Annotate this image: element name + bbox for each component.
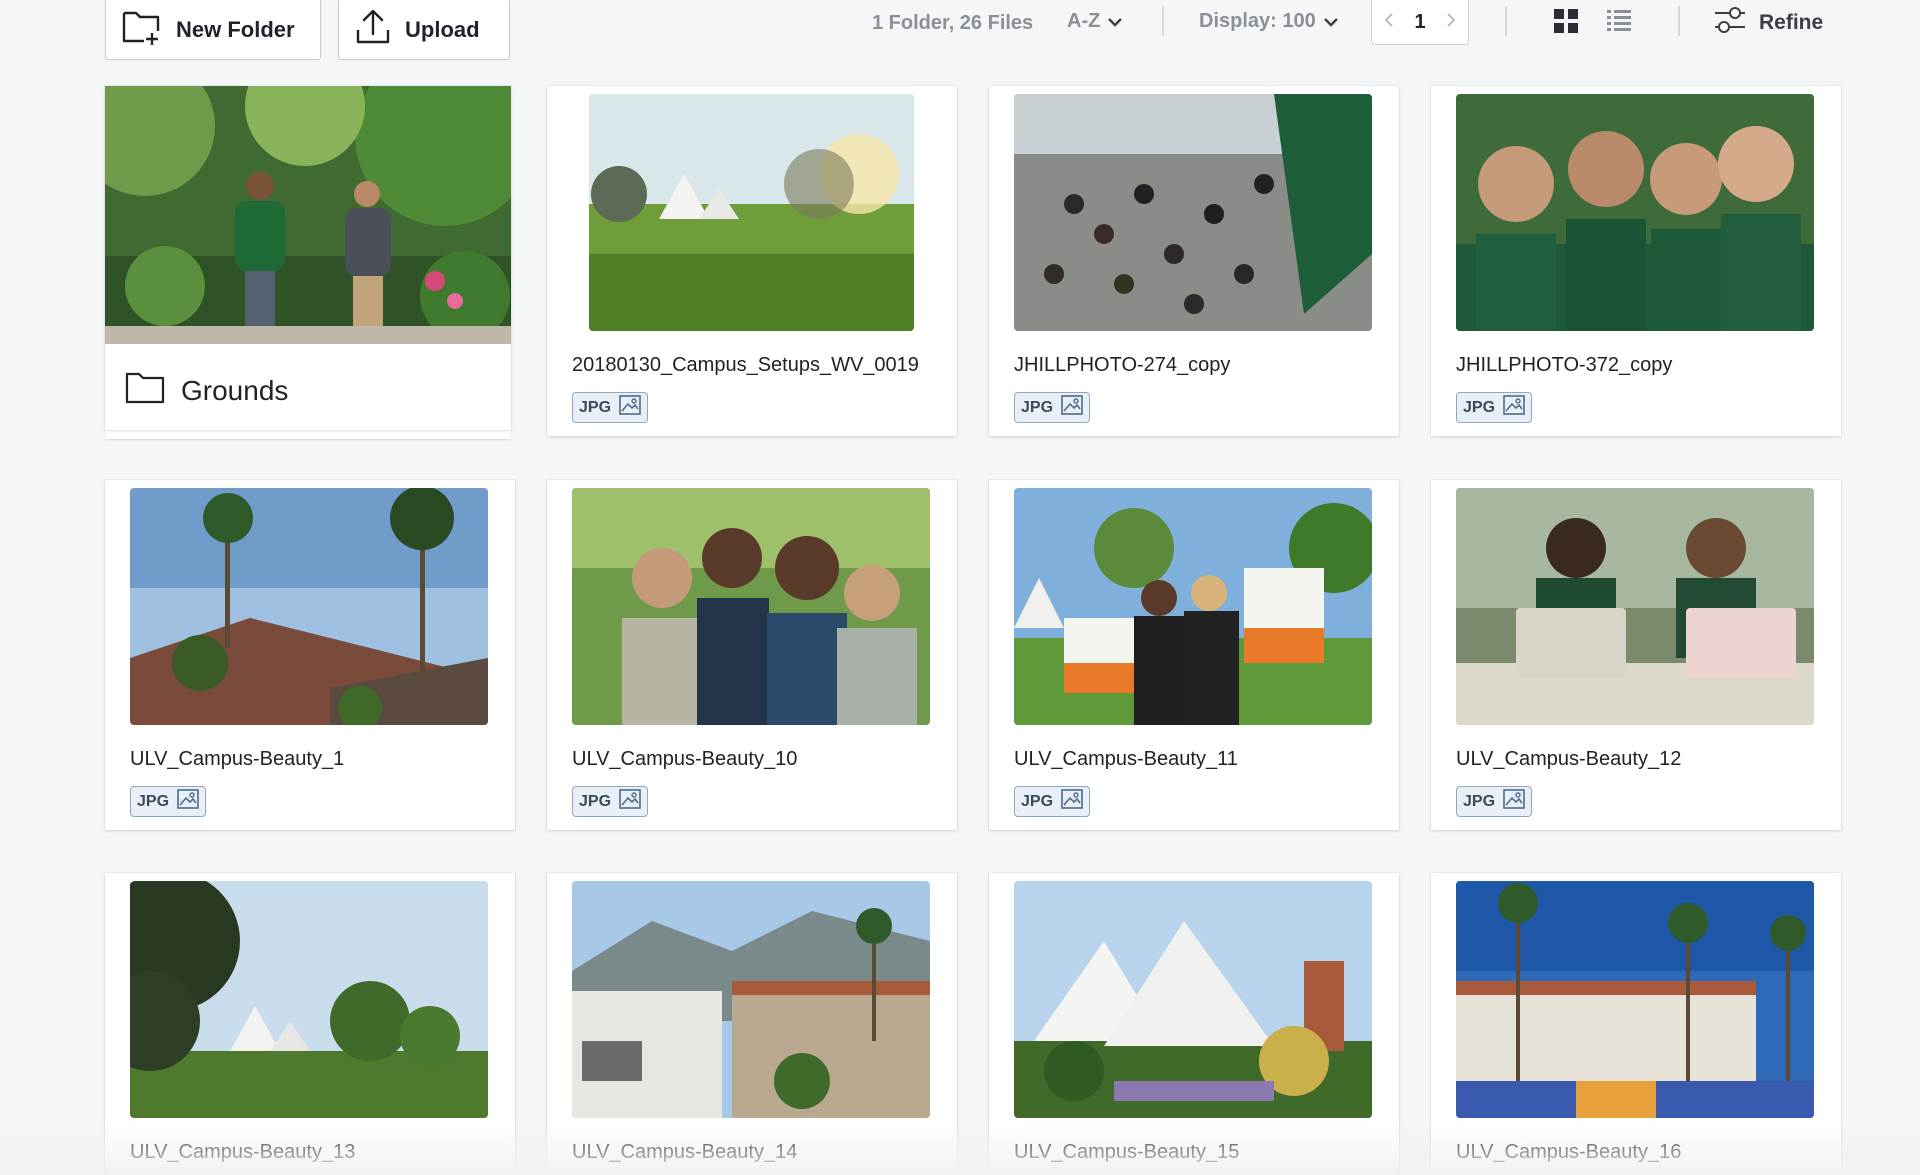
- file-type-badge: JPG: [572, 392, 649, 423]
- file-thumbnail: [589, 94, 914, 331]
- file-type: JPG: [579, 398, 612, 416]
- folder-card[interactable]: Grounds: [105, 86, 511, 430]
- file-thumbnail: [572, 881, 930, 1118]
- image-icon: [619, 395, 641, 420]
- file-name: ULV_Campus-Beauty_12: [1456, 748, 1682, 770]
- file-card[interactable]: ULV_Campus-Beauty_10 JPG: [547, 480, 957, 830]
- image-icon: [1061, 789, 1083, 814]
- file-thumbnail: [1014, 881, 1372, 1118]
- file-type-badge: JPG: [1014, 786, 1091, 817]
- file-name: ULV_Campus-Beauty_14: [572, 1141, 798, 1163]
- file-name: ULV_Campus-Beauty_15: [1014, 1141, 1240, 1163]
- toolbar-divider: [1678, 6, 1680, 36]
- toolbar: New Folder Upload 1 Folder, 26 Files A-Z…: [0, 0, 1920, 62]
- image-icon: [1503, 789, 1525, 814]
- file-type-badge: JPG: [130, 786, 207, 817]
- image-icon: [619, 789, 641, 814]
- refine-label: Refine: [1759, 11, 1824, 34]
- chevron-down-icon: [1108, 10, 1123, 33]
- file-thumbnail: [1014, 488, 1372, 725]
- file-thumbnail: [572, 488, 930, 725]
- file-card[interactable]: JHILLPHOTO-274_copy JPG: [989, 86, 1399, 436]
- folder-icon: [125, 370, 165, 411]
- list-view-icon[interactable]: [1606, 8, 1632, 39]
- file-card[interactable]: 20180130_Campus_Setups_WV_0019 JPG: [547, 86, 957, 436]
- file-card[interactable]: ULV_Campus-Beauty_11 JPG: [989, 480, 1399, 830]
- file-name: ULV_Campus-Beauty_1: [130, 748, 345, 770]
- current-page[interactable]: 1: [1414, 11, 1425, 34]
- file-count: 1 Folder, 26 Files: [872, 12, 1034, 34]
- file-card[interactable]: ULV_Campus-Beauty_14: [547, 873, 957, 1175]
- file-thumbnail: [1456, 94, 1814, 331]
- file-type: JPG: [1463, 792, 1496, 810]
- file-card[interactable]: ULV_Campus-Beauty_16: [1431, 873, 1841, 1175]
- file-card[interactable]: ULV_Campus-Beauty_1 JPG: [105, 480, 515, 830]
- folder-thumbnail: [105, 86, 511, 344]
- toolbar-divider: [1162, 6, 1164, 36]
- file-card[interactable]: ULV_Campus-Beauty_12 JPG: [1431, 480, 1841, 830]
- folder-name: Grounds: [181, 374, 289, 406]
- file-type: JPG: [1021, 792, 1054, 810]
- sort-value: A-Z: [1067, 10, 1101, 32]
- file-type-badge: JPG: [1456, 392, 1533, 423]
- pagination: 1: [1371, 0, 1469, 45]
- file-card[interactable]: ULV_Campus-Beauty_13: [105, 873, 515, 1175]
- file-thumbnail: [130, 488, 488, 725]
- image-icon: [1061, 395, 1083, 420]
- image-icon: [1503, 395, 1525, 420]
- chevron-right-icon[interactable]: [1446, 12, 1456, 33]
- image-icon: [177, 789, 199, 814]
- file-type-badge: JPG: [1014, 392, 1091, 423]
- refine-button[interactable]: Refine: [1713, 5, 1823, 41]
- file-name: JHILLPHOTO-372_copy: [1456, 354, 1673, 376]
- sort-dropdown[interactable]: A-Z: [1067, 10, 1123, 33]
- file-type: JPG: [1021, 398, 1054, 416]
- upload-button[interactable]: Upload: [338, 0, 510, 60]
- display-count-dropdown[interactable]: Display: 100: [1199, 10, 1338, 33]
- new-folder-button[interactable]: New Folder: [105, 0, 321, 60]
- chevron-left-icon[interactable]: [1384, 12, 1394, 33]
- asset-browser: New Folder Upload 1 Folder, 26 Files A-Z…: [0, 0, 1920, 1175]
- file-type: JPG: [137, 792, 170, 810]
- sliders-icon: [1713, 5, 1747, 41]
- display-value: Display: 100: [1199, 10, 1316, 32]
- grid-view-icon[interactable]: [1553, 8, 1579, 39]
- upload-label: Upload: [405, 16, 480, 42]
- file-card[interactable]: JHILLPHOTO-372_copy JPG: [1431, 86, 1841, 436]
- file-name: JHILLPHOTO-274_copy: [1014, 354, 1231, 376]
- file-type-badge: JPG: [572, 786, 649, 817]
- chevron-down-icon: [1323, 10, 1338, 33]
- folder-plus-icon: [106, 9, 176, 51]
- folder-stack-edge: [105, 430, 511, 440]
- file-thumbnail: [1456, 881, 1814, 1118]
- file-type: JPG: [579, 792, 612, 810]
- file-thumbnail: [1014, 94, 1372, 331]
- file-type-badge: JPG: [1456, 786, 1533, 817]
- toolbar-divider: [1505, 6, 1507, 36]
- upload-icon: [339, 8, 405, 52]
- new-folder-label: New Folder: [176, 16, 295, 42]
- file-card[interactable]: ULV_Campus-Beauty_15: [989, 873, 1399, 1175]
- folder-label: Grounds: [125, 370, 288, 411]
- file-name: ULV_Campus-Beauty_13: [130, 1141, 356, 1163]
- file-name: ULV_Campus-Beauty_11: [1014, 748, 1238, 770]
- file-name: ULV_Campus-Beauty_10: [572, 748, 798, 770]
- file-type: JPG: [1463, 398, 1496, 416]
- file-name: 20180130_Campus_Setups_WV_0019: [572, 354, 919, 376]
- file-thumbnail: [130, 881, 488, 1118]
- file-thumbnail: [1456, 488, 1814, 725]
- file-name: ULV_Campus-Beauty_16: [1456, 1141, 1682, 1163]
